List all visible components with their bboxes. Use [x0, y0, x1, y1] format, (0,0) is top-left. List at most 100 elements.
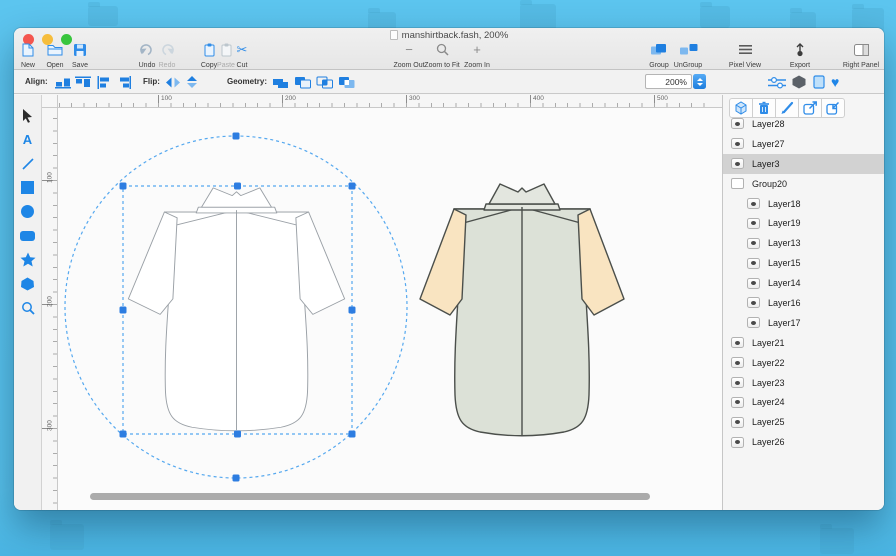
selection-bounding-box[interactable] — [123, 186, 352, 434]
hexagon-icon[interactable] — [791, 75, 807, 89]
visibility-toggle-eye-icon[interactable] — [731, 337, 744, 348]
text-tool[interactable]: A — [17, 129, 39, 150]
document-proxy-icon — [390, 30, 398, 40]
layer-row[interactable]: Layer26 — [723, 432, 884, 452]
layer-row[interactable]: Layer14 — [723, 273, 884, 293]
visibility-toggle-eye-icon[interactable] — [747, 218, 760, 229]
zoom-in-icon: + — [473, 42, 481, 57]
rounded-rectangle-tool[interactable] — [17, 225, 39, 246]
pixel-view-button[interactable]: Pixel View — [725, 42, 765, 69]
open-button[interactable]: Open — [41, 42, 69, 69]
save-button[interactable]: Save — [66, 42, 94, 69]
layer-name: Layer25 — [752, 417, 785, 427]
layer-row[interactable]: Layer22 — [723, 353, 884, 373]
layer-name: Layer27 — [752, 139, 785, 149]
layer-row[interactable]: Layer19 — [723, 213, 884, 233]
new-button[interactable]: New — [15, 42, 41, 69]
canvas[interactable] — [58, 108, 722, 510]
flip-vertical-icon[interactable] — [185, 75, 199, 89]
tool-palette: A — [14, 95, 42, 510]
line-tool[interactable] — [17, 153, 39, 174]
ungroup-icon — [679, 42, 698, 57]
flip-horizontal-icon[interactable] — [165, 75, 181, 89]
layer-row[interactable]: Layer27 — [723, 134, 884, 154]
geometry-subtract-icon[interactable] — [294, 75, 312, 89]
zoom-level-field[interactable]: 200% — [645, 74, 692, 89]
ruler-label: 100 — [161, 95, 172, 102]
ellipse-tool[interactable] — [17, 201, 39, 222]
document-icon[interactable] — [813, 75, 825, 89]
geometry-intersect-icon[interactable] — [316, 75, 334, 89]
desktop-folder-icon — [820, 528, 854, 554]
visibility-toggle-eye-icon[interactable] — [731, 138, 744, 149]
geometry-union-icon[interactable] — [272, 75, 290, 89]
pointer-tool[interactable] — [17, 105, 39, 126]
right-panel-button[interactable]: Right Panel — [839, 42, 883, 69]
align-bottom-icon[interactable] — [55, 75, 72, 89]
visibility-toggle-eye-icon[interactable] — [747, 278, 760, 289]
polygon-tool[interactable] — [17, 273, 39, 294]
format-bar: Align: Flip: Geometry: 200% ♥ — [14, 70, 884, 94]
visibility-toggle-eye-icon[interactable] — [731, 178, 744, 189]
selection-handles[interactable] — [120, 133, 356, 482]
align-top-icon[interactable] — [75, 75, 92, 89]
star-tool[interactable] — [17, 249, 39, 270]
ruler-label: 300 — [47, 419, 54, 433]
rectangle-tool[interactable] — [17, 177, 39, 198]
zoom-to-fit-icon — [436, 42, 449, 57]
visibility-toggle-eye-icon[interactable] — [731, 118, 744, 129]
layer-row[interactable]: Layer21 — [723, 333, 884, 353]
ungroup-button[interactable]: UnGroup — [669, 42, 707, 69]
visibility-toggle-eye-icon[interactable] — [731, 158, 744, 169]
visibility-toggle-eye-icon[interactable] — [731, 377, 744, 388]
visibility-toggle-eye-icon[interactable] — [747, 317, 760, 328]
layer-name: Layer14 — [768, 278, 801, 288]
layer-row[interactable]: Layer24 — [723, 392, 884, 412]
layer-row[interactable]: Layer18 — [723, 194, 884, 214]
visibility-toggle-eye-icon[interactable] — [747, 198, 760, 209]
layer-row[interactable]: Layer28 — [723, 114, 884, 134]
layer-row[interactable]: Layer23 — [723, 373, 884, 393]
layer-name: Layer28 — [752, 119, 785, 129]
visibility-toggle-eye-icon[interactable] — [731, 417, 744, 428]
visibility-toggle-eye-icon[interactable] — [731, 437, 744, 448]
group-icon — [650, 42, 668, 57]
ruler-label: 300 — [409, 95, 420, 102]
cut-button[interactable]: ✂ Cut — [230, 42, 254, 69]
layer-name: Layer18 — [768, 199, 801, 209]
layer-row[interactable]: Layer13 — [723, 233, 884, 253]
layers-panel: Layer28 Layer27 Layer3 Group20 Layer18 L… — [722, 95, 884, 510]
layer-name: Layer22 — [752, 358, 785, 368]
zoom-to-fit-button[interactable]: Zoom to Fit — [419, 42, 465, 69]
geometry-exclude-icon[interactable] — [338, 75, 356, 89]
layer-row[interactable]: Layer25 — [723, 412, 884, 432]
visibility-toggle-eye-icon[interactable] — [747, 258, 760, 269]
desktop-folder-icon — [520, 4, 556, 30]
export-button[interactable]: Export — [785, 42, 815, 69]
layer-row[interactable]: Layer3 — [723, 154, 884, 174]
zoom-out-icon: − — [405, 42, 413, 57]
align-left-icon[interactable] — [97, 75, 111, 89]
heart-icon[interactable]: ♥ — [831, 75, 839, 89]
layer-list: Layer28 Layer27 Layer3 Group20 Layer18 L… — [723, 114, 884, 452]
align-right-icon[interactable] — [118, 75, 132, 89]
visibility-toggle-eye-icon[interactable] — [747, 238, 760, 249]
layers-cube-icon — [733, 101, 749, 115]
layer-name: Layer21 — [752, 338, 785, 348]
zoom-in-button[interactable]: + Zoom In — [462, 42, 492, 69]
redo-button[interactable]: Redo — [152, 42, 182, 69]
sliders-icon[interactable] — [767, 75, 787, 89]
visibility-toggle-eye-icon[interactable] — [747, 297, 760, 308]
zoom-tool[interactable] — [17, 297, 39, 318]
share-in-icon — [826, 101, 841, 115]
layer-row[interactable]: Layer16 — [723, 293, 884, 313]
visibility-toggle-eye-icon[interactable] — [731, 397, 744, 408]
zoom-stepper[interactable] — [693, 74, 706, 89]
visibility-toggle-eye-icon[interactable] — [731, 357, 744, 368]
layer-row[interactable]: Layer15 — [723, 253, 884, 273]
layer-row[interactable]: Group20 — [723, 174, 884, 194]
desktop-folder-icon — [700, 6, 730, 28]
layer-row[interactable]: Layer17 — [723, 313, 884, 333]
horizontal-scrollbar[interactable] — [90, 493, 650, 500]
ruler-label: 200 — [285, 95, 296, 102]
